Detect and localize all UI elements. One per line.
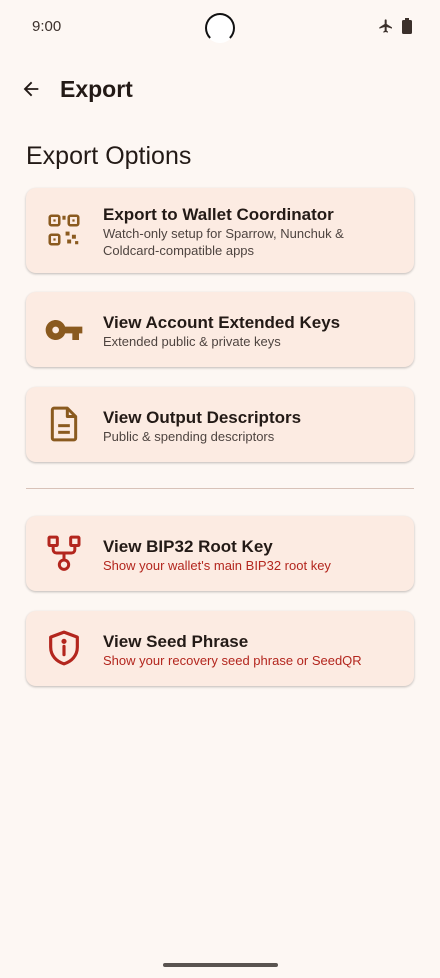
card-subtitle: Public & spending descriptors: [103, 429, 275, 444]
status-icons: [378, 18, 412, 34]
page-title: Export: [60, 76, 133, 102]
card-title: View Account Extended Keys: [103, 313, 341, 332]
qr-code-icon: [44, 210, 84, 250]
airplane-icon: [379, 19, 392, 33]
export-wallet-coordinator-card[interactable]: Export to Wallet Coordinator Watch-only …: [26, 188, 414, 273]
camera-cutout: [205, 13, 235, 43]
key-icon: [44, 310, 84, 350]
branch-icon: [44, 533, 84, 573]
view-seed-phrase-card[interactable]: View Seed Phrase Show your recovery seed…: [26, 611, 414, 686]
card-subtitle: Watch-only setup for Sparrow, Nunchuk & …: [103, 226, 344, 258]
view-extended-keys-card[interactable]: View Account Extended Keys Extended publ…: [26, 292, 414, 367]
section-divider: [26, 488, 414, 489]
card-title: Export to Wallet Coordinator: [103, 205, 334, 224]
view-output-descriptors-card[interactable]: View Output Descriptors Public & spendin…: [26, 387, 414, 462]
arrow-left-icon: [23, 81, 39, 97]
top-app-bar: Export: [0, 64, 440, 116]
status-bar: 9:00: [0, 0, 440, 56]
document-icon: [44, 404, 84, 444]
card-subtitle: Extended public & private keys: [103, 334, 281, 349]
battery-icon: [402, 18, 412, 34]
home-indicator[interactable]: [163, 963, 278, 967]
status-time: 9:00: [32, 18, 62, 35]
section-title: Export Options: [26, 142, 192, 170]
card-title: View Seed Phrase: [103, 632, 249, 651]
back-button[interactable]: [14, 72, 48, 106]
view-bip32-root-key-card[interactable]: View BIP32 Root Key Show your wallet's m…: [26, 516, 414, 591]
card-subtitle: Show your wallet's main BIP32 root key: [103, 558, 331, 573]
card-title: View BIP32 Root Key: [103, 537, 273, 556]
shield-alert-icon: [44, 628, 84, 668]
card-subtitle: Show your recovery seed phrase or SeedQR: [103, 653, 362, 668]
card-title: View Output Descriptors: [103, 408, 302, 427]
